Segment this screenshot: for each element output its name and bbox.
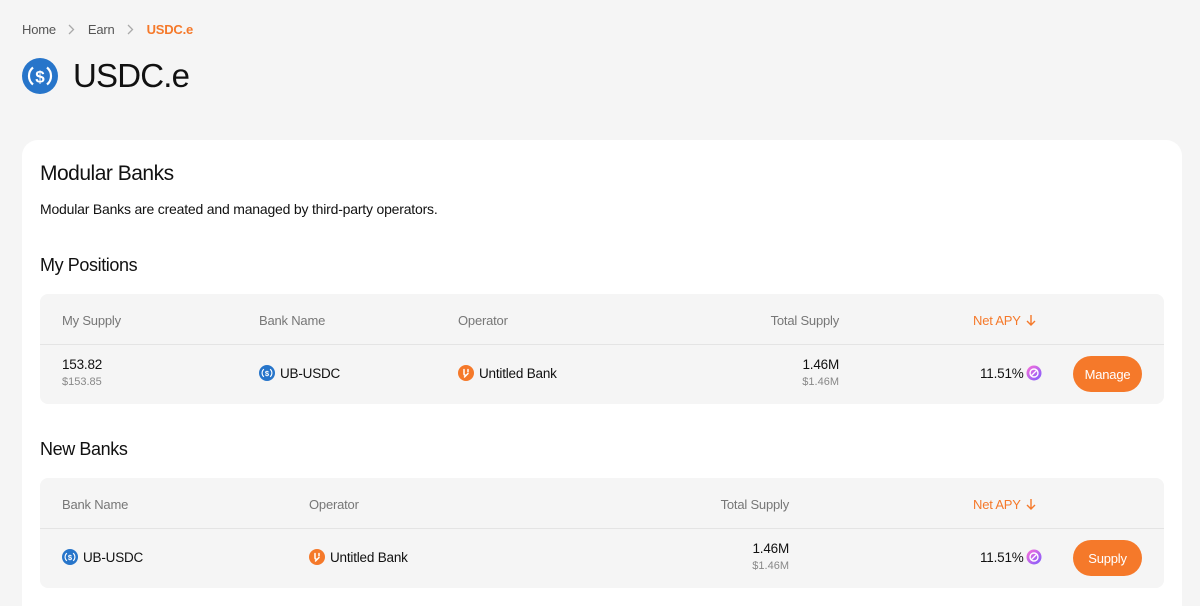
- operator-cell: Untitled Bank: [458, 365, 557, 381]
- table-header: My Supply Bank Name Operator Total Suppl…: [40, 294, 1164, 345]
- card-title: Modular Banks: [40, 162, 174, 185]
- untitled-bank-icon: [309, 549, 325, 565]
- bank-name: UB-USDC: [83, 549, 144, 565]
- manage-button[interactable]: Manage: [1073, 356, 1142, 392]
- net-apy-value: 11.51%: [980, 549, 1024, 565]
- bank-name: UB-USDC: [280, 365, 341, 381]
- rewards-icon[interactable]: [1026, 365, 1042, 381]
- breadcrumb: Home Earn USDC.e: [22, 22, 193, 37]
- total-supply-cell: 1.46M $1.46M: [802, 357, 839, 388]
- page-header: $ USDC.e: [22, 57, 190, 95]
- operator-cell: Untitled Bank: [309, 549, 408, 565]
- col-net-apy: Net APY: [973, 497, 1021, 512]
- col-operator: Operator: [458, 313, 508, 328]
- positions-table: My Supply Bank Name Operator Total Suppl…: [40, 294, 1164, 404]
- usdc-icon: $: [259, 365, 275, 381]
- breadcrumb-earn[interactable]: Earn: [88, 22, 115, 37]
- page-title: USDC.e: [73, 57, 190, 94]
- table-row[interactable]: $ UB-USDC Untitled Bank 1.46M $1.46M 11.…: [40, 529, 1164, 587]
- total-supply-usd: $1.46M: [752, 560, 789, 572]
- untitled-bank-icon: [458, 365, 474, 381]
- my-supply-usd: $153.85: [62, 376, 102, 388]
- table-header: Bank Name Operator Total Supply Net APY: [40, 478, 1164, 529]
- my-supply-value: 153.82: [62, 357, 103, 372]
- svg-text:$: $: [35, 68, 45, 87]
- net-apy-value: 11.51%: [980, 365, 1024, 381]
- new-banks-table: Bank Name Operator Total Supply Net APY …: [40, 478, 1164, 588]
- bank-name-cell: $ UB-USDC: [62, 549, 143, 565]
- breadcrumb-home[interactable]: Home: [22, 22, 56, 37]
- table-row[interactable]: 153.82 $153.85 $ UB-USDC Untitled Bank 1…: [40, 345, 1164, 403]
- sort-down-icon: [1026, 499, 1036, 510]
- total-supply-value: 1.46M: [752, 541, 789, 556]
- positions-title: My Positions: [40, 255, 138, 275]
- my-supply-cell: 153.82 $153.85: [62, 357, 102, 388]
- col-net-apy-sort[interactable]: Net APY: [973, 313, 1036, 328]
- breadcrumb-current: USDC.e: [146, 22, 194, 37]
- operator-name: Untitled Bank: [479, 365, 557, 381]
- total-supply-cell: 1.46M $1.46M: [752, 541, 789, 572]
- col-net-apy-sort[interactable]: Net APY: [973, 497, 1036, 512]
- sort-down-icon: [1026, 315, 1036, 326]
- total-supply-usd: $1.46M: [802, 376, 839, 388]
- supply-button[interactable]: Supply: [1073, 540, 1142, 576]
- total-supply-value: 1.46M: [802, 357, 839, 372]
- card-description: Modular Banks are created and managed by…: [40, 201, 438, 217]
- chevron-right-icon: [127, 24, 135, 36]
- col-net-apy: Net APY: [973, 313, 1021, 328]
- net-apy-cell: 11.51%: [980, 365, 1042, 381]
- usdc-icon: $: [62, 549, 78, 565]
- usdc-icon: $: [22, 58, 58, 94]
- col-my-supply: My Supply: [62, 313, 121, 328]
- bank-name-cell: $ UB-USDC: [259, 365, 340, 381]
- col-bank-name: Bank Name: [259, 313, 326, 328]
- col-total-supply: Total Supply: [770, 313, 840, 328]
- col-total-supply: Total Supply: [720, 497, 790, 512]
- net-apy-cell: 11.51%: [980, 549, 1042, 565]
- chevron-right-icon: [68, 24, 76, 36]
- col-operator: Operator: [309, 497, 359, 512]
- new-banks-title: New Banks: [40, 439, 128, 459]
- operator-name: Untitled Bank: [330, 549, 408, 565]
- col-bank-name: Bank Name: [62, 497, 129, 512]
- rewards-icon[interactable]: [1026, 549, 1042, 565]
- modular-banks-card: Modular Banks Modular Banks are created …: [22, 140, 1182, 606]
